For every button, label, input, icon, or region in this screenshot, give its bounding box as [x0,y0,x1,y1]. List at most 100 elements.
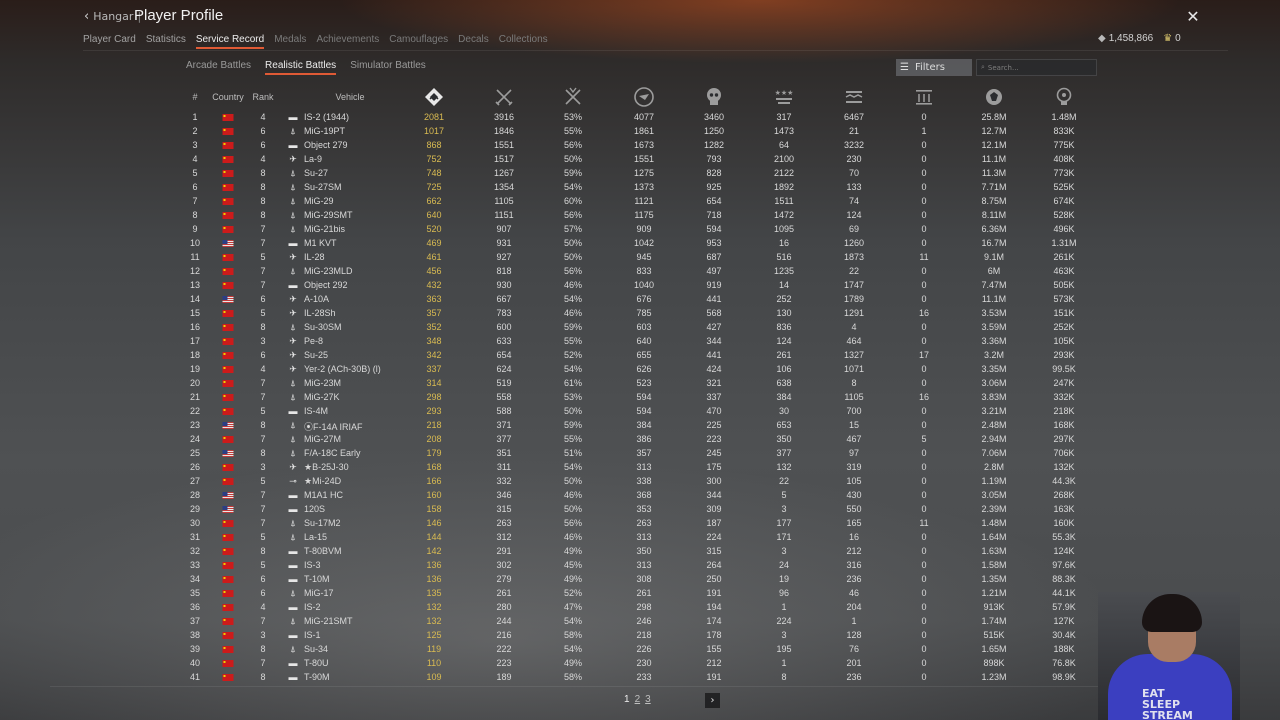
table-row[interactable]: 4 4 ✈ La-9 752 1517 50% 1551 793 2100 230 0 11.1M 408… [180,153,1100,167]
table-row[interactable]: 15 5 ✈ IL-28Sh 357 783 46% 785 568 130 1291 16 3.53M… [180,307,1100,321]
air-kills-icon[interactable]: ★★★ [773,86,795,108]
china-flag-icon [222,128,234,135]
table-row[interactable]: 6 8 ⍋ Su-27SM 725 1354 54% 1373 925 1892 133 0 7.71M… [180,181,1100,195]
table-row[interactable]: 37 7 ⍋ MiG-21SMT 132 244 54% 246 174 224 1 0 1.74M 12… [180,615,1100,629]
table-row[interactable]: 2 6 ⍋ MiG-19PT 1017 1846 55% 1861 1250 1473 21 1 12.… [180,125,1100,139]
page-3-link[interactable]: 3 [645,694,651,705]
vehicle-jet-icon: ⍋ [290,644,296,654]
table-row[interactable]: 34 6 ▬ T-10M 136 279 49% 308 250 19 236 0 1.35M 88.3K [180,573,1100,587]
table-row[interactable]: 18 6 ✈ Su-25 342 654 52% 655 441 261 1327 17 3.2M 293… [180,349,1100,363]
table-row[interactable]: 30 7 ⍋ Su-17M2 146 263 56% 263 187 177 165 11 1.48M 1… [180,517,1100,531]
vehicle-jet-icon: ⍋ [290,616,296,626]
column-country[interactable]: Country [212,92,244,102]
deaths-icon[interactable] [703,86,725,108]
table-row[interactable]: 22 5 ▬ IS-4M 293 588 50% 594 470 30 700 0 3.21M 218K [180,405,1100,419]
win-rate-icon[interactable] [562,86,584,108]
row-number: 19 [189,364,201,374]
table-row[interactable]: 14 6 ✈ A-10A 363 667 54% 676 441 252 1789 0 11.1M 573… [180,293,1100,307]
table-row[interactable]: 7 8 ⍋ MiG-29 662 1105 60% 1121 654 1511 74 0 8.75M 67… [180,195,1100,209]
tab-decals[interactable]: Decals [458,32,489,49]
stat-battles: 352 [426,322,442,332]
stat-victories: 633 [496,336,512,346]
tab-collections[interactable]: Collections [499,32,548,49]
stat-ground-kills: 6467 [843,112,865,122]
table-row[interactable]: 3 6 ▬ Object 279 868 1551 56% 1673 1282 64 3232 0 12… [180,139,1100,153]
table-row[interactable]: 41 8 ▬ T-90M 109 189 58% 233 191 8 236 0 1.23M 98.9K [180,671,1100,685]
stat-silver-earned: 1.35M [981,574,1007,584]
table-row[interactable]: 9 7 ⍋ MiG-21bis 520 907 57% 909 594 1095 69 0 6.36M 4… [180,223,1100,237]
respawns-icon[interactable] [633,86,655,108]
table-row[interactable]: 39 8 ⍋ Su-34 119 222 54% 226 155 195 76 0 1.65M 188K [180,643,1100,657]
table-row[interactable]: 12 7 ⍋ MiG-23MLD 456 818 56% 833 497 1235 22 0 6M 463… [180,265,1100,279]
research-points-icon[interactable] [1053,86,1075,108]
stat-battles: 469 [426,238,442,248]
column-number[interactable]: # [192,92,197,102]
table-row[interactable]: 23 8 ⍋ ⦿F-14A IRIAF 218 371 59% 384 225 653 15 0 2.4… [180,419,1100,433]
table-row[interactable]: 20 7 ⍋ MiG-23M 314 519 61% 523 321 638 8 0 3.06M 247K [180,377,1100,391]
tab-camouflages[interactable]: Camouflages [389,32,448,49]
table-row[interactable]: 13 7 ▬ Object 292 432 930 46% 1040 919 14 1747 0 7.4… [180,279,1100,293]
stat-naval-kills: 0 [921,280,927,290]
tab-statistics[interactable]: Statistics [146,32,186,49]
stat-win-rate: 45% [563,560,583,570]
vehicle-name: 120S [304,504,326,514]
tab-simulator-battles[interactable]: Simulator Battles [350,60,426,75]
table-row[interactable]: 32 8 ▬ T-80BVM 142 291 49% 350 315 3 212 0 1.63M 124K [180,545,1100,559]
stat-naval-kills: 0 [921,154,927,164]
table-row[interactable]: 24 7 ⍋ MiG-27M 208 377 55% 386 223 350 467 5 2.94M 29… [180,433,1100,447]
table-row[interactable]: 21 7 ⍋ MiG-27K 298 558 53% 594 337 384 1105 16 3.83M… [180,391,1100,405]
vehicle-tank-icon: ▬ [288,658,298,668]
tab-player-card[interactable]: Player Card [83,32,136,49]
battles-icon[interactable] [423,86,445,108]
naval-kills-icon[interactable] [913,86,935,108]
next-page-button[interactable]: › [705,693,720,708]
page-2-link[interactable]: 2 [635,694,641,705]
table-row[interactable]: 11 5 ✈ IL-28 461 927 50% 945 687 516 1873 11 9.1M 261… [180,251,1100,265]
table-row[interactable]: 16 8 ⍋ Su-30SM 352 600 59% 603 427 836 4 0 3.59M 252K [180,321,1100,335]
back-to-hangar-link[interactable]: ‹ Hangar | [84,9,141,24]
table-row[interactable]: 31 5 ⍋ La-15 144 312 46% 313 224 171 16 0 1.64M 55.3K [180,531,1100,545]
stat-air-kills: 317 [776,112,792,122]
close-icon[interactable]: ✕ [1184,8,1202,26]
filters-button[interactable]: ☰ Filters [896,59,972,76]
table-row[interactable]: 17 3 ✈ Pe-8 348 633 55% 640 344 124 464 0 3.36M 105K [180,335,1100,349]
tab-realistic-battles[interactable]: Realistic Battles [265,60,337,75]
table-row[interactable]: 25 8 ⍋ F/A-18C Early 179 351 51% 357 245 377 97 0 7.… [180,447,1100,461]
table-row[interactable]: 1 4 ▬ IS-2 (1944) 2081 3916 53% 4077 3460 317 6467… [180,111,1100,125]
stat-air-kills: 171 [776,532,792,542]
table-row[interactable]: 8 8 ⍋ MiG-29SMT 640 1151 56% 1175 718 1472 124 0 8.1… [180,209,1100,223]
tab-service-record[interactable]: Service Record [195,32,265,49]
table-row[interactable]: 5 8 ⍋ Su-27 748 1267 59% 1275 828 2122 70 0 11.3M 773… [180,167,1100,181]
column-rank[interactable]: Rank [252,92,273,102]
column-vehicle[interactable]: Vehicle [335,92,364,102]
chevron-right-icon: › [710,695,715,706]
victories-icon[interactable] [493,86,515,108]
row-number: 16 [189,322,201,332]
search-input[interactable]: ⌕ Search... [976,59,1097,76]
table-row[interactable]: 38 3 ▬ IS-1 125 216 58% 218 178 3 128 0 515K 30.4K [180,629,1100,643]
vehicle-name: MiG-29 [304,196,334,206]
stat-respawns: 945 [636,252,652,262]
table-row[interactable]: 28 7 ▬ M1A1 HC 160 346 46% 368 344 5 430 0 3.05M 268K [180,489,1100,503]
table-row[interactable]: 40 7 ▬ T-80U 110 223 49% 230 212 1 201 0 898K 76.8K [180,657,1100,671]
table-row[interactable]: 10 7 ▬ M1 KVT 469 931 50% 1042 953 16 1260 0 16.7M 1.… [180,237,1100,251]
stat-deaths: 212 [706,658,722,668]
stat-air-kills: 2122 [773,168,795,178]
tab-arcade-battles[interactable]: Arcade Battles [186,60,251,75]
stat-ground-kills: 316 [846,560,862,570]
table-row[interactable]: 26 3 ✈ ★B-25J-30 168 311 54% 313 175 132 319 0 2.8M 1… [180,461,1100,475]
table-row[interactable]: 29 7 ▬ 120S 158 315 50% 353 309 3 550 0 2.39M 163K [180,503,1100,517]
tab-medals[interactable]: Medals [274,32,306,49]
stat-battles: 142 [426,546,442,556]
stat-win-rate: 50% [563,238,583,248]
table-row[interactable]: 27 5 ⊸ ★Mi-24D 166 332 50% 338 300 22 105 0 1.19M 44.… [180,475,1100,489]
ground-kills-icon[interactable] [843,86,865,108]
table-row[interactable]: 33 5 ▬ IS-3 136 302 45% 313 264 24 316 0 1.58M 97.6K [180,559,1100,573]
table-row[interactable]: 35 6 ⍋ MiG-17 135 261 52% 261 191 96 46 0 1.21M 44.1K [180,587,1100,601]
page-1-link[interactable]: 1 [624,694,630,705]
vehicle-name: IS-2 [304,602,321,612]
table-row[interactable]: 19 4 ✈ Yer-2 (ACh-30B) (l) 337 624 54% 626 424 10… [180,363,1100,377]
table-row[interactable]: 36 4 ▬ IS-2 132 280 47% 298 194 1 204 0 913K 57.9K [180,601,1100,615]
silver-earned-icon[interactable] [983,86,1005,108]
tab-achievements[interactable]: Achievements [316,32,379,49]
